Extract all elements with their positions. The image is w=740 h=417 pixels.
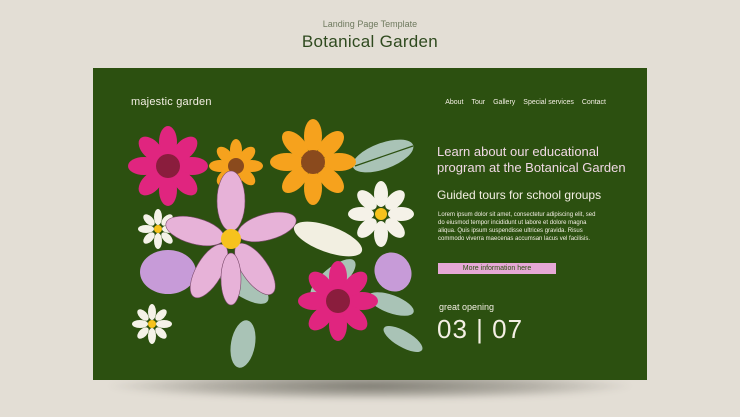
white-daisy-icon: [348, 181, 414, 247]
template-subtitle: Landing Page Template: [322, 19, 418, 29]
headline: Learn about our educational program at t…: [437, 144, 626, 175]
body-paragraph: Lorem ipsum dolor sit amet, consectetur …: [438, 212, 596, 242]
magenta-daisy-icon: [128, 126, 208, 206]
subheadline: Guided tours for school groups: [437, 188, 602, 202]
brand-logo[interactable]: majestic garden: [131, 96, 212, 108]
template-title: Botanical Garden: [301, 32, 439, 51]
landing-page-card: majestic garden About Tour Gallery Speci…: [93, 68, 647, 380]
orange-daisy-icon: [270, 119, 356, 205]
nav-gallery[interactable]: Gallery: [493, 99, 515, 106]
flower-illustration: [128, 119, 423, 368]
nav-special-services[interactable]: Special services: [523, 99, 574, 106]
main-nav: About Tour Gallery Special services Cont…: [445, 99, 606, 106]
nav-tour[interactable]: Tour: [471, 99, 485, 106]
magenta-daisy-icon: [298, 261, 378, 341]
opening-label: great opening: [439, 302, 495, 312]
opening-date: 03 | 07: [437, 314, 524, 344]
more-info-button[interactable]: More information here: [438, 263, 556, 274]
white-daisy-icon: [132, 304, 172, 344]
nav-about[interactable]: About: [445, 99, 463, 106]
nav-contact[interactable]: Contact: [582, 99, 606, 106]
